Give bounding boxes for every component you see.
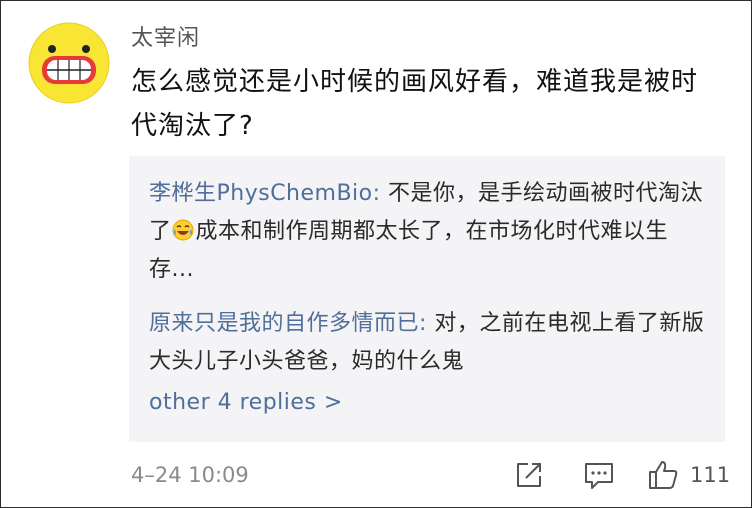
reply-item: 原来只是我的自作多情而已: 对，之前在电视上看了新版大头儿子小头爸爸，妈的什么鬼: [149, 305, 709, 381]
more-replies-link[interactable]: other 4 replies >: [149, 390, 343, 415]
comment-icon[interactable]: [582, 458, 616, 492]
replies-box: 李桦生PhysChemBio: 不是你，是手绘动画被时代淘汰了 成本和制作周期都…: [129, 156, 725, 442]
reply-author[interactable]: 原来只是我的自作多情而已:: [149, 311, 427, 336]
reply-item: 李桦生PhysChemBio: 不是你，是手绘动画被时代淘汰了 成本和制作周期都…: [149, 175, 709, 289]
thumbs-up-icon[interactable]: [646, 458, 680, 492]
share-icon[interactable]: [512, 458, 546, 492]
like-count: 111: [690, 463, 731, 487]
comment-username[interactable]: 太宰闲: [131, 20, 200, 52]
comment-timestamp: 4–24 10:09: [131, 463, 249, 487]
laughing-crying-emoji-icon: [172, 219, 194, 241]
avatar[interactable]: [28, 22, 110, 104]
reply-text-part2: 成本和制作周期都太长了，在市场化时代难以生存...: [149, 219, 669, 282]
reply-author[interactable]: 李桦生PhysChemBio:: [149, 181, 381, 206]
comment-text: 怎么感觉还是小时候的画风好看，难道我是被时代淘汰了?: [131, 67, 699, 141]
